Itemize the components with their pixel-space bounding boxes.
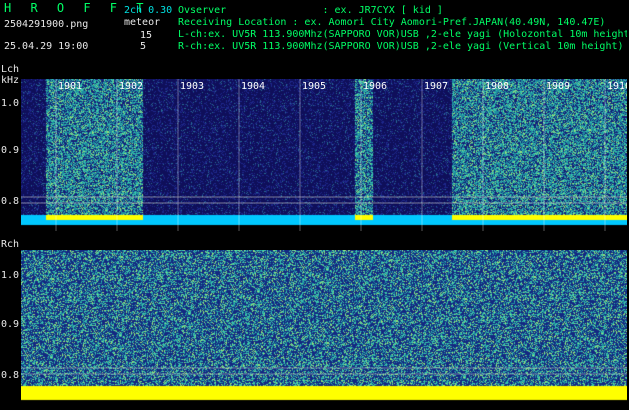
lch-time-tick: 1901 — [58, 81, 82, 92]
lch-time-tick: 1907 — [424, 81, 448, 92]
rch-ytick-1: 1.0 — [1, 270, 20, 281]
rch-ytick-2: 0.9 — [1, 319, 20, 330]
lch-unit: kHz — [1, 75, 20, 86]
lch-time-tick: 1904 — [241, 81, 265, 92]
date-time: 25.04.29 19:00 — [4, 41, 89, 52]
lch-time-tick: 1908 — [485, 81, 509, 92]
lch-config-line: L-ch:ex. UV5R 113.900Mhz(SAPPORO VOR)USB… — [178, 29, 627, 40]
file-name: 2504291900.png — [4, 19, 89, 30]
lch-time-tick: 1906 — [363, 81, 387, 92]
lch-time-tick: 1903 — [180, 81, 204, 92]
rch-ytick-3: 0.8 — [1, 370, 20, 381]
lch-spectrogram: 1901 1902 1903 1904 1905 1906 1907 1908 1909 1910 — [21, 79, 627, 231]
lch-time-tick: 1910 — [607, 81, 627, 92]
lch-ytick-2: 0.9 — [1, 145, 20, 156]
channels-label: 2ch 0.30 — [124, 5, 173, 16]
count-rch: 5 — [140, 41, 147, 52]
lch-time-tick: 1902 — [119, 81, 143, 92]
lch-ytick-1: 1.0 — [1, 98, 20, 109]
lch-ytick-3: 0.8 — [1, 196, 20, 207]
rch-label: Rch — [1, 239, 20, 250]
mode-label: meteor — [124, 17, 161, 28]
observer-line: Ovserver : ex. JR7CYX [ kid ] — [178, 5, 443, 16]
rch-spectrogram — [21, 250, 627, 402]
rch-config-line: R-ch:ex. UV5R 113.900Mhz(SAPPORO VOR)USB… — [178, 41, 624, 52]
lch-time-tick: 1909 — [546, 81, 570, 92]
location-line: Receiving Location : ex. Aomori City Aom… — [178, 17, 606, 28]
lch-time-tick: 1905 — [302, 81, 326, 92]
